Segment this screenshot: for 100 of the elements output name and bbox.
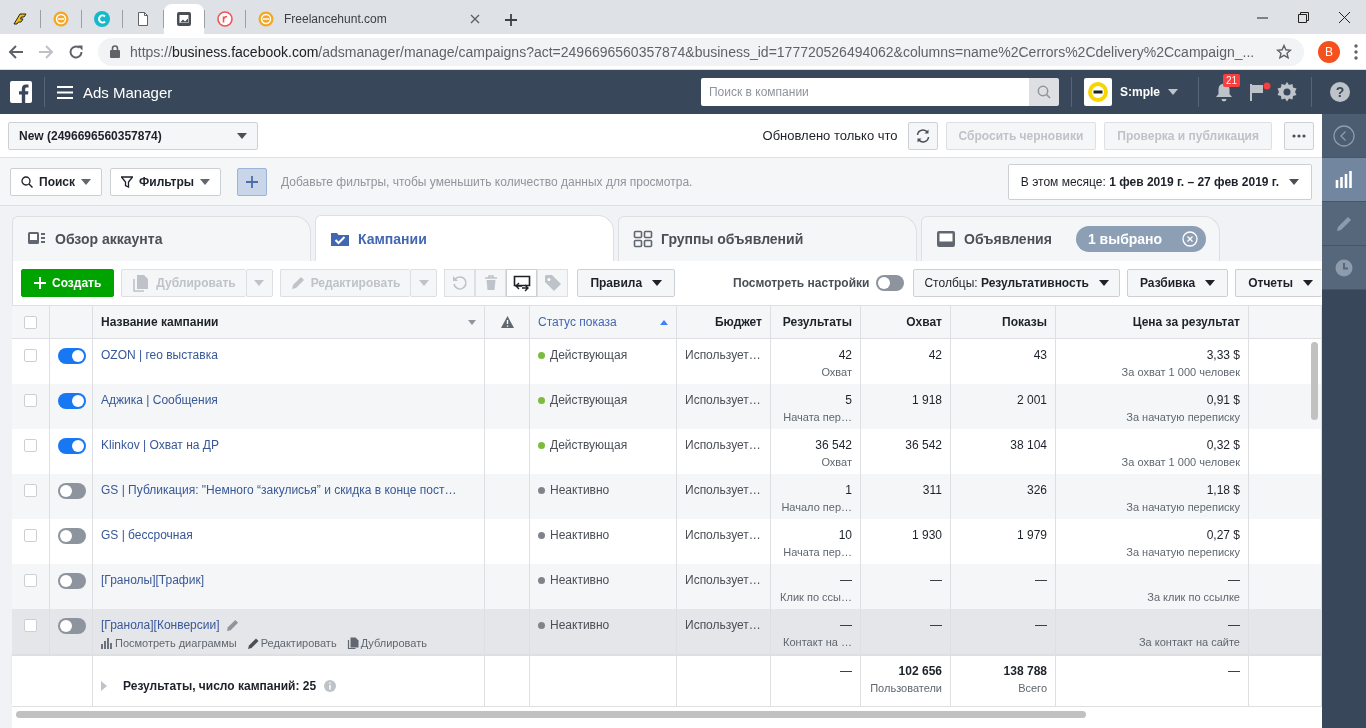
breakdown-button[interactable]: Разбивка (1127, 269, 1229, 297)
filters-dropdown[interactable]: Фильтры (110, 167, 222, 196)
date-range-button[interactable]: В этом месяце: 1 фев 2019 г. – 27 фев 2019 г. (1007, 163, 1312, 200)
help-button[interactable]: ? (1330, 82, 1350, 102)
refresh-icon (914, 127, 931, 144)
metric-value: — (840, 573, 852, 587)
checkbox[interactable] (24, 349, 37, 362)
search-dropdown[interactable]: Поиск (10, 167, 102, 196)
reports-button[interactable]: Отчеты (1235, 269, 1322, 297)
pencil-icon (290, 276, 305, 290)
checkbox[interactable] (24, 529, 37, 542)
back-icon[interactable] (8, 43, 24, 60)
table-cell: Использует… (685, 573, 761, 587)
search-button[interactable] (1029, 78, 1059, 106)
column-header[interactable]: Показы (951, 306, 1056, 338)
metric-caption: Начата пер… (783, 546, 852, 558)
tag-icon (543, 274, 562, 292)
browser-tab[interactable] (164, 4, 204, 34)
toggle-switch[interactable] (58, 438, 86, 454)
metric-value: 138 788 (1003, 664, 1047, 678)
reload-icon[interactable] (68, 43, 84, 60)
column-header[interactable]: Бюджет (677, 306, 771, 338)
metric-caption: За начатую переписку (1126, 501, 1240, 513)
scrollbar[interactable] (1311, 342, 1318, 420)
campaign-link[interactable]: Аджика | Сообщения (101, 393, 218, 407)
checkbox[interactable] (24, 574, 37, 587)
favicon-icon (217, 11, 233, 27)
metric-caption: За контакт на сайте (1138, 636, 1240, 648)
table-row[interactable]: Аджика | Сообщения Действующая Использует… 5 Начата пер… 1 918 2 001 0,91 $ За начатую переписку (12, 384, 1322, 429)
toolbar-button[interactable] (506, 269, 538, 297)
expand-icon[interactable] (101, 681, 107, 691)
address-field[interactable]: https://business.facebook.com/adsmanager/manage/campaigns?act=2496696560357874&business_id=177720526494062&columns=name%2Cerrors%2Cdelivery%2Ccampaign_... (98, 37, 1304, 66)
collapse-icon[interactable] (1333, 124, 1355, 147)
campaign-link[interactable]: OZON | гео выставка (101, 348, 218, 362)
scrollbar[interactable] (16, 711, 1086, 718)
level-tab[interactable]: Кампании (315, 215, 614, 261)
campaign-link[interactable]: [Гранолы][Трафик] (101, 573, 204, 587)
checkbox[interactable] (24, 394, 37, 407)
checkbox[interactable] (24, 484, 37, 497)
table-row[interactable]: GS | Публикация: "Немного “закулисья” и скидка в конце пост… Неактивно Использует… 1 Начало пер… 311 326 1,18 $ За начатую переписку (12, 474, 1322, 519)
column-header[interactable]: Название кампании (93, 306, 485, 338)
status-text: Неактивно (550, 483, 610, 497)
account-select[interactable]: New (2496696560357874) (8, 121, 258, 150)
column-header[interactable]: Цена за результат (1056, 306, 1249, 338)
forward-icon[interactable] (38, 43, 54, 60)
checkbox[interactable] (24, 316, 37, 329)
table-row[interactable]: [Гранолы][Трафик] Неактивно Использует… — Клик по ссы… — — — За клик по ссылке (12, 564, 1322, 609)
metric-value: 3,33 $ (1206, 348, 1240, 362)
columns-button[interactable]: Столбцы: Результативность (913, 269, 1120, 297)
browser-tab[interactable]: Freelancehunt.com (246, 4, 492, 34)
checkbox[interactable] (24, 439, 37, 452)
caret-icon (1205, 280, 1216, 286)
plus-icon[interactable] (504, 13, 518, 27)
campaign-link[interactable]: GS | бессрочная (101, 528, 193, 542)
table-cell: Использует… (685, 438, 761, 452)
duplicate-link[interactable]: Дублировать (346, 637, 427, 649)
restore-icon[interactable] (1298, 11, 1309, 23)
menu-icon[interactable] (1354, 43, 1358, 60)
toggle-switch[interactable] (58, 618, 86, 634)
grid-icon (633, 229, 653, 249)
clear-icon[interactable] (1182, 231, 1199, 247)
dropdown-button[interactable] (245, 269, 273, 297)
info-icon (324, 680, 337, 692)
refresh-button[interactable] (907, 121, 938, 150)
pencil-icon[interactable] (225, 618, 239, 632)
view-charts-link[interactable]: Посмотреть диаграммы (101, 637, 237, 649)
campaign-link[interactable]: [Гранола][Конверсии] (101, 618, 220, 632)
metric-caption: Охват (821, 366, 852, 378)
metric-caption: Охват (821, 456, 852, 468)
checkbox[interactable] (24, 619, 37, 632)
star-icon[interactable] (1276, 43, 1292, 60)
plus-icon (246, 175, 259, 188)
menu-icon[interactable] (57, 85, 73, 99)
toggle-switch[interactable] (876, 275, 905, 291)
add-filter-button[interactable] (237, 167, 268, 196)
toggle-switch[interactable] (58, 483, 86, 499)
close-icon[interactable] (1339, 11, 1350, 23)
campaign-link[interactable]: GS | Публикация: "Немного “закулисья” и скидка в конце пост… (101, 483, 457, 497)
account-button[interactable]: S:mple (1084, 78, 1178, 106)
flag-icon[interactable] (1249, 82, 1271, 102)
column-header[interactable]: Охват (861, 306, 951, 338)
level-tab[interactable]: Объявления 1 выбрано (921, 216, 1220, 261)
level-tab[interactable]: Группы объявлений (618, 216, 917, 261)
campaign-link[interactable]: Klinkov | Охват на ДР (101, 438, 219, 452)
toggle-switch[interactable] (58, 393, 86, 409)
settings-icon[interactable] (1277, 82, 1297, 102)
dropdown-button[interactable] (410, 269, 438, 297)
column-header[interactable]: Результаты (771, 306, 861, 338)
metric-value: 38 104 (1010, 438, 1047, 452)
sidebar-item[interactable] (1322, 158, 1366, 202)
level-tab[interactable]: Обзор аккаунта (12, 216, 311, 261)
rules-button[interactable]: Правила (577, 269, 676, 297)
toggle-switch[interactable] (58, 348, 86, 364)
edit-link[interactable]: Редактировать (246, 637, 337, 649)
table-row[interactable]: [Гранола][Конверсии] Посмотреть диаграммы Редактировать Дублировать Неактивно Использует… — Контакт на … — — — За контакт на сайте (12, 609, 1322, 654)
column-header[interactable]: Статус показа (530, 306, 677, 338)
search-field[interactable]: Поиск в компании (701, 78, 1029, 106)
more-button[interactable] (1284, 121, 1314, 150)
toggle-switch[interactable] (58, 573, 86, 589)
toggle-switch[interactable] (58, 528, 86, 544)
